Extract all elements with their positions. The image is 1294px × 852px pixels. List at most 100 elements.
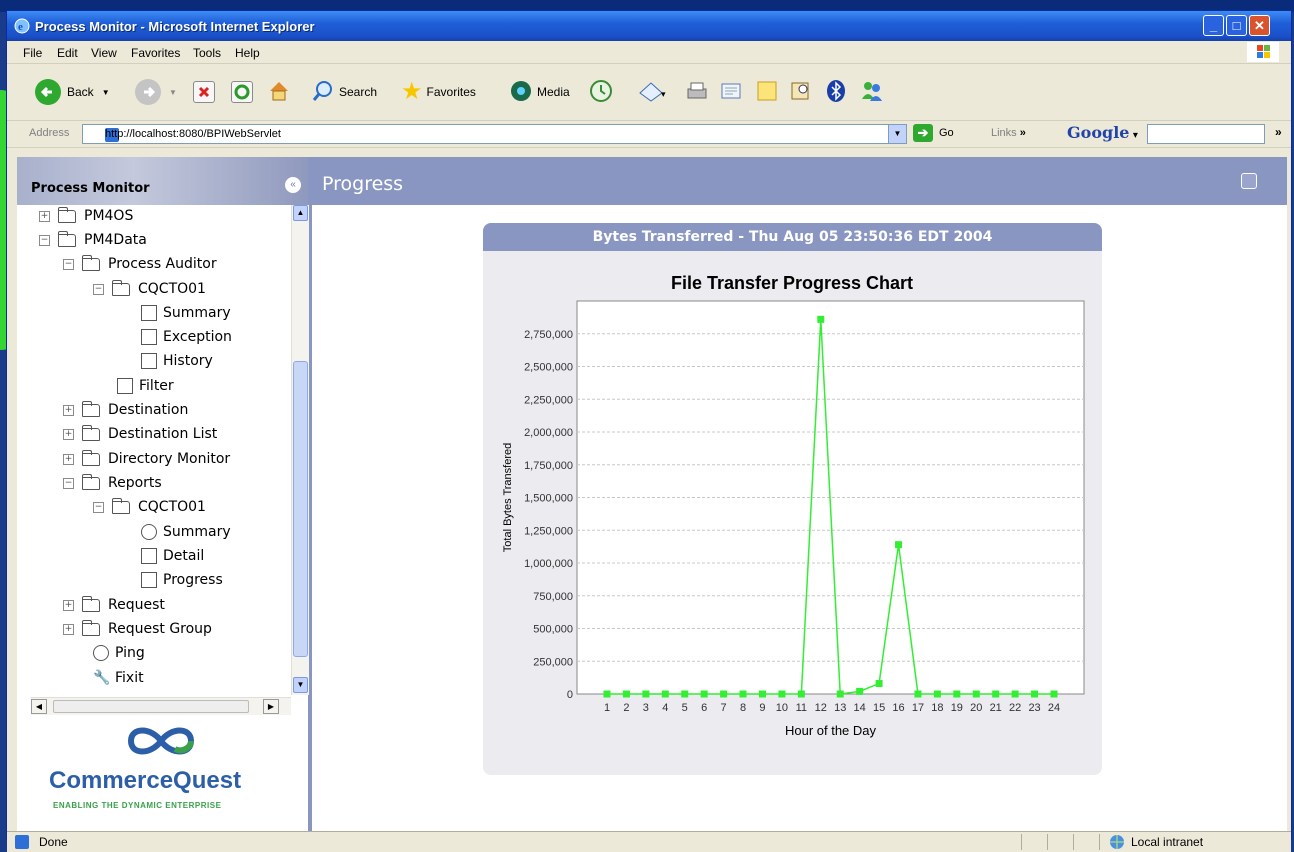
tree-node-destination[interactable]: + Destination: [63, 399, 188, 421]
refresh-panel-icon[interactable]: [1241, 173, 1257, 189]
media-button[interactable]: Media: [509, 78, 570, 106]
tree-node-pm4os[interactable]: + PM4OS: [39, 205, 133, 227]
collapse-icon[interactable]: −: [93, 283, 104, 295]
scroll-thumb-horizontal[interactable]: [53, 700, 249, 713]
tree-node-summary[interactable]: Summary: [141, 302, 231, 324]
data-point: [875, 680, 883, 688]
collapse-icon[interactable]: −: [63, 477, 74, 489]
toolbar-overflow-icon[interactable]: »: [1275, 125, 1282, 139]
tree-node-request[interactable]: + Request: [63, 594, 165, 616]
tree-node-history[interactable]: History: [141, 350, 213, 372]
chart-panel-header: Bytes Transferred - Thu Aug 05 23:50:36 …: [483, 223, 1102, 251]
address-input[interactable]: http://localhost:8080/BPIWebServlet ▼: [82, 124, 907, 144]
expand-icon[interactable]: +: [39, 210, 50, 222]
x-tick-label: 22: [1009, 702, 1021, 714]
tree-node-report-summary[interactable]: Summary: [141, 521, 231, 543]
home-button[interactable]: [267, 78, 291, 106]
tree-node-fixit[interactable]: 🔧 Fixit: [93, 667, 144, 689]
tree-node-detail[interactable]: Detail: [141, 545, 204, 567]
collapse-icon[interactable]: −: [63, 258, 74, 270]
company-tagline: ENABLING THE DYNAMIC ENTERPRISE: [53, 801, 222, 810]
favorites-button[interactable]: ★ Favorites: [401, 78, 476, 106]
tree-node-directory-monitor[interactable]: + Directory Monitor: [63, 448, 230, 470]
back-label: Back: [67, 85, 94, 99]
tree-node-destination-list[interactable]: + Destination List: [63, 423, 217, 445]
x-tick-label: 19: [951, 702, 963, 714]
forward-button[interactable]: ▼: [135, 78, 177, 106]
expand-icon[interactable]: +: [63, 599, 74, 611]
back-button[interactable]: Back ▼: [35, 78, 110, 106]
tree-node-label: History: [163, 353, 213, 369]
tree-horizontal-scrollbar[interactable]: ◀ ▶: [31, 697, 291, 715]
title-bar[interactable]: e Process Monitor - Microsoft Internet E…: [7, 11, 1291, 41]
links-button[interactable]: Links »: [991, 127, 1026, 139]
stop-button[interactable]: [193, 78, 215, 106]
search-button[interactable]: Search: [311, 78, 377, 106]
go-button[interactable]: ➔ Go: [913, 124, 954, 142]
scroll-right-icon[interactable]: ▶: [263, 699, 279, 714]
history-icon: [589, 79, 613, 106]
close-button[interactable]: ✕: [1249, 15, 1270, 36]
main-panel: Progress Bytes Transferred - Thu Aug 05 …: [312, 157, 1287, 831]
page-content: Process Monitor « + PM4OS − PM4Data − Proce…: [17, 157, 1287, 831]
expand-icon[interactable]: +: [63, 428, 74, 440]
scroll-left-icon[interactable]: ◀: [31, 699, 47, 714]
print-button[interactable]: [685, 78, 709, 106]
expand-icon[interactable]: +: [63, 404, 74, 416]
expand-icon[interactable]: +: [63, 453, 74, 465]
x-tick-label: 21: [990, 702, 1002, 714]
refresh-button[interactable]: [231, 78, 253, 106]
tree-node-reports[interactable]: − Reports: [63, 472, 162, 494]
tree-node-ping[interactable]: Ping: [93, 642, 145, 664]
tree-node-pm4data[interactable]: − PM4Data: [39, 229, 147, 251]
data-point: [797, 690, 805, 698]
messenger-button[interactable]: [859, 78, 885, 106]
research-button[interactable]: [789, 78, 813, 106]
tree-node-request-group[interactable]: + Request Group: [63, 618, 212, 640]
menu-help[interactable]: Help: [235, 46, 260, 60]
research-icon: [789, 79, 813, 106]
tree-node-reports-cqcto01[interactable]: − CQCTO01: [93, 496, 206, 518]
edit-button[interactable]: [719, 78, 743, 106]
folder-icon: [58, 230, 76, 247]
scroll-thumb[interactable]: [293, 361, 308, 657]
collapse-icon[interactable]: −: [93, 501, 104, 513]
tree-node-cqcto01[interactable]: − CQCTO01: [93, 278, 206, 300]
minimize-button[interactable]: _: [1203, 15, 1224, 36]
maximize-button[interactable]: □: [1226, 15, 1247, 36]
scroll-down-icon[interactable]: ▼: [293, 677, 308, 693]
menu-file[interactable]: File: [23, 46, 42, 60]
history-button[interactable]: [589, 78, 613, 106]
tree-node-process-auditor[interactable]: − Process Auditor: [63, 253, 217, 275]
address-dropdown-icon[interactable]: ▼: [888, 125, 906, 143]
tree-vertical-scrollbar[interactable]: ▲ ▼: [291, 205, 309, 695]
collapse-icon[interactable]: −: [39, 234, 50, 246]
menu-view[interactable]: View: [91, 46, 117, 60]
y-tick-label: 2,000,000: [524, 427, 573, 439]
data-point: [739, 690, 747, 698]
address-url: http://localhost:8080/BPIWebServlet: [105, 128, 281, 140]
scroll-up-icon[interactable]: ▲: [293, 205, 308, 221]
back-dropdown-icon[interactable]: ▼: [102, 88, 110, 97]
collapse-panel-icon[interactable]: «: [285, 177, 301, 193]
forward-dropdown-icon[interactable]: ▼: [169, 88, 177, 97]
mail-icon: ▾: [637, 79, 667, 106]
security-zone: Local intranet: [1109, 834, 1203, 850]
y-tick-label: 1,750,000: [524, 460, 573, 472]
menu-tools[interactable]: Tools: [193, 46, 221, 60]
menu-favorites[interactable]: Favorites: [131, 46, 180, 60]
tree-node-exception[interactable]: Exception: [141, 326, 232, 348]
google-toolbar-button[interactable]: Google ▾: [1067, 123, 1138, 142]
tree-node-progress[interactable]: Progress: [141, 569, 223, 591]
stop-icon: [193, 81, 215, 103]
bluetooth-button[interactable]: [825, 78, 847, 106]
y-tick-label: 2,750,000: [524, 329, 573, 341]
google-search-input[interactable]: [1147, 124, 1265, 144]
discuss-button[interactable]: [755, 78, 779, 106]
menu-edit[interactable]: Edit: [57, 46, 78, 60]
tree-node-filter[interactable]: Filter: [117, 375, 174, 397]
expand-icon[interactable]: +: [63, 623, 74, 635]
mail-button[interactable]: ▾: [637, 78, 667, 106]
y-tick-label: 500,000: [533, 624, 573, 636]
x-tick-label: 8: [740, 702, 746, 714]
